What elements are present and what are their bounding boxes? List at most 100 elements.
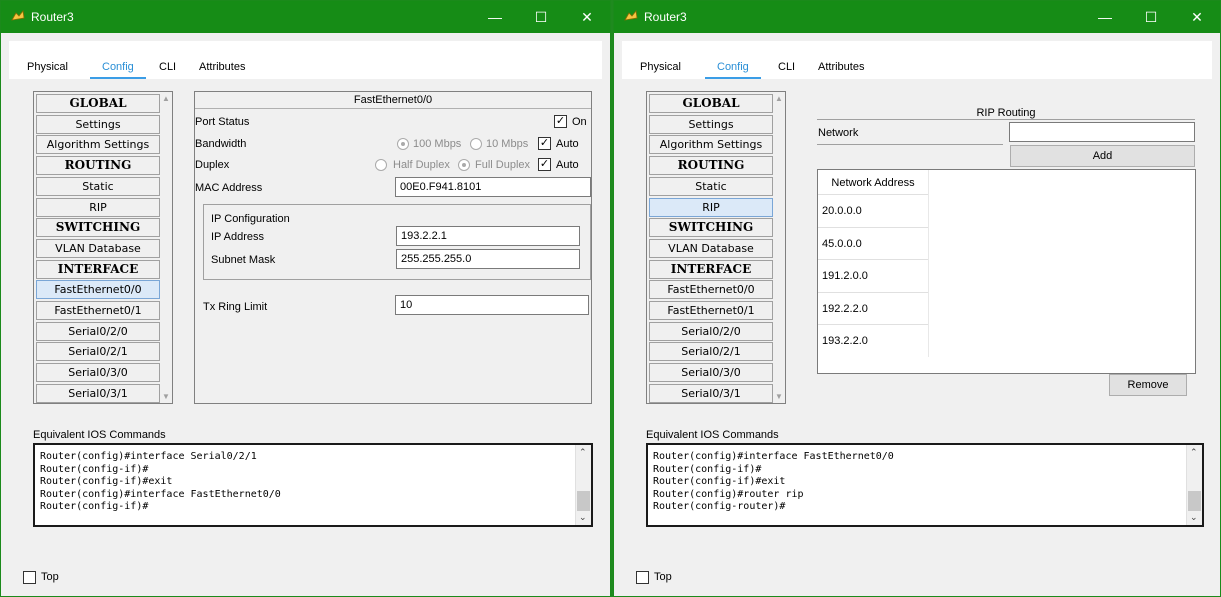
port-status-checkbox[interactable]: ✓	[554, 115, 567, 128]
minimize-icon[interactable]: —	[472, 1, 518, 33]
nav-item-serial0-3-0[interactable]: Serial0/3/0	[649, 363, 773, 383]
remove-button[interactable]: Remove	[1109, 374, 1187, 396]
minimize-icon[interactable]: —	[1082, 1, 1128, 33]
nav-item-serial0-2-1[interactable]: Serial0/2/1	[649, 342, 773, 362]
ip-address-input[interactable]: 193.2.2.1	[396, 226, 580, 246]
scroll-up-icon[interactable]: ▲	[775, 94, 783, 103]
scroll-down-icon[interactable]: ▼	[775, 392, 783, 401]
config-nav-list: ▲ ▼ GLOBAL Settings Algorithm Settings ROUT…	[33, 91, 173, 404]
close-icon[interactable]: ✕	[564, 1, 610, 33]
subnet-mask-label: Subnet Mask	[211, 254, 276, 266]
tab-config[interactable]: Config	[90, 61, 146, 80]
top-label: Top	[41, 571, 59, 583]
ios-commands-console[interactable]: Router(config)#interface FastEthernet0/0…	[646, 443, 1204, 527]
nav-item-settings[interactable]: Settings	[36, 114, 160, 134]
bandwidth-auto-checkbox[interactable]: ✓	[538, 137, 551, 150]
half-duplex-radio[interactable]	[375, 159, 387, 171]
scroll-up-icon[interactable]: ⌃	[1190, 447, 1198, 458]
nav-item-routing: ROUTING	[649, 156, 773, 176]
tab-config[interactable]: Config	[705, 61, 761, 80]
ios-line: Router(config-if)#	[40, 501, 149, 513]
nav-item-settings[interactable]: Settings	[649, 114, 773, 134]
subnet-mask-input[interactable]: 255.255.255.0	[396, 249, 580, 269]
bandwidth-10-radio[interactable]	[470, 138, 482, 150]
nav-item-serial0-2-0[interactable]: Serial0/2/0	[649, 321, 773, 341]
nav-item-vlan-database[interactable]: VLAN Database	[649, 238, 773, 258]
network-input[interactable]	[1009, 122, 1195, 142]
nav-item-serial0-3-1[interactable]: Serial0/3/1	[36, 383, 160, 403]
nav-item-routing: ROUTING	[36, 156, 160, 176]
router3-window-interface: Router3 — ☐ ✕ Physical Config CLI Attrib…	[0, 0, 611, 597]
scroll-up-icon[interactable]: ⌃	[579, 447, 587, 458]
nav-item-serial0-2-1[interactable]: Serial0/2/1	[36, 342, 160, 362]
half-duplex-label: Half Duplex	[393, 159, 450, 171]
config-nav-list: ▲ ▼ GLOBAL Settings Algorithm Settings ROUT…	[646, 91, 786, 404]
bandwidth-label: Bandwidth	[195, 138, 247, 150]
scroll-down-icon[interactable]: ⌄	[579, 512, 587, 523]
scroll-thumb[interactable]	[577, 491, 590, 511]
add-button[interactable]: Add	[1010, 145, 1195, 167]
nav-item-vlan-database[interactable]: VLAN Database	[36, 238, 160, 258]
nav-item-serial0-3-0[interactable]: Serial0/3/0	[36, 363, 160, 383]
nav-item-fastethernet0-0[interactable]: FastEthernet0/0	[36, 280, 160, 300]
ios-line: Router(config)#router rip	[653, 488, 804, 500]
nav-item-fastethernet0-0[interactable]: FastEthernet0/0	[649, 280, 773, 300]
list-column-divider	[928, 170, 929, 357]
ios-scrollbar[interactable]: ⌃ ⌄	[575, 445, 591, 525]
top-checkbox[interactable]	[636, 571, 649, 584]
network-address-list[interactable]: Network Address 20.0.0.0 45.0.0.0 191.2.0.…	[817, 169, 1196, 374]
network-row[interactable]: 45.0.0.0	[818, 226, 928, 259]
tab-cli[interactable]: CLI	[778, 61, 795, 73]
nav-item-fastethernet0-1[interactable]: FastEthernet0/1	[36, 301, 160, 320]
tab-physical[interactable]: Physical	[640, 61, 681, 73]
ios-scrollbar[interactable]: ⌃ ⌄	[1186, 445, 1202, 525]
scroll-thumb[interactable]	[1188, 491, 1201, 511]
mac-address-input[interactable]: 00E0.F941.8101	[395, 177, 591, 197]
duplex-auto-label: Auto	[556, 159, 579, 171]
full-duplex-radio[interactable]	[458, 159, 470, 171]
ios-commands-label: Equivalent IOS Commands	[646, 429, 779, 441]
nav-scrollbar[interactable]: ▲ ▼	[773, 92, 785, 403]
tab-bar: Physical Config CLI Attributes	[9, 41, 602, 80]
nav-item-rip[interactable]: RIP	[649, 197, 773, 217]
ios-line: Router(config-if)#	[40, 463, 149, 475]
nav-item-serial0-2-0[interactable]: Serial0/2/0	[36, 321, 160, 341]
duplex-auto-checkbox[interactable]: ✓	[538, 158, 551, 171]
network-row[interactable]: 193.2.2.0	[818, 324, 928, 356]
ios-commands-console[interactable]: Router(config)#interface Serial0/2/1 Rout…	[33, 443, 593, 527]
tab-physical[interactable]: Physical	[27, 61, 68, 73]
nav-item-static[interactable]: Static	[36, 176, 160, 196]
ip-address-label: IP Address	[211, 231, 264, 243]
tab-cli[interactable]: CLI	[159, 61, 176, 73]
scroll-up-icon[interactable]: ▲	[162, 94, 170, 103]
bandwidth-100-radio[interactable]	[397, 138, 409, 150]
nav-item-static[interactable]: Static	[649, 176, 773, 196]
rip-routing-title: RIP Routing	[976, 107, 1036, 119]
router3-window-rip: Router3 — ☐ ✕ Physical Config CLI Attrib…	[613, 0, 1221, 597]
maximize-icon[interactable]: ☐	[518, 1, 564, 33]
nav-item-serial0-3-1[interactable]: Serial0/3/1	[649, 383, 773, 403]
nav-item-algorithm-settings[interactable]: Algorithm Settings	[649, 135, 773, 155]
top-checkbox[interactable]	[23, 571, 36, 584]
router-app-icon	[624, 10, 638, 21]
nav-item-global: GLOBAL	[36, 94, 160, 113]
network-row[interactable]: 191.2.0.0	[818, 259, 928, 291]
nav-item-rip[interactable]: RIP	[36, 197, 160, 217]
network-row[interactable]: 20.0.0.0	[818, 194, 928, 226]
network-row[interactable]: 192.2.2.0	[818, 291, 928, 324]
scroll-down-icon[interactable]: ⌄	[1190, 512, 1198, 523]
nav-item-algorithm-settings[interactable]: Algorithm Settings	[36, 135, 160, 155]
tx-ring-limit-input[interactable]: 10	[395, 295, 589, 315]
tab-attributes[interactable]: Attributes	[199, 61, 245, 73]
title-bar[interactable]: Router3 — ☐ ✕	[614, 1, 1220, 33]
nav-scrollbar[interactable]: ▲ ▼	[160, 92, 172, 403]
window-title: Router3	[644, 10, 687, 24]
maximize-icon[interactable]: ☐	[1128, 1, 1174, 33]
nav-item-fastethernet0-1[interactable]: FastEthernet0/1	[649, 301, 773, 320]
title-bar[interactable]: Router3 — ☐ ✕	[1, 1, 610, 33]
close-icon[interactable]: ✕	[1174, 1, 1220, 33]
interface-settings-panel: FastEthernet0/0 Port Status ✓ On Bandwid…	[194, 91, 592, 404]
interface-title: FastEthernet0/0	[195, 92, 591, 109]
tab-attributes[interactable]: Attributes	[818, 61, 864, 73]
scroll-down-icon[interactable]: ▼	[162, 392, 170, 401]
